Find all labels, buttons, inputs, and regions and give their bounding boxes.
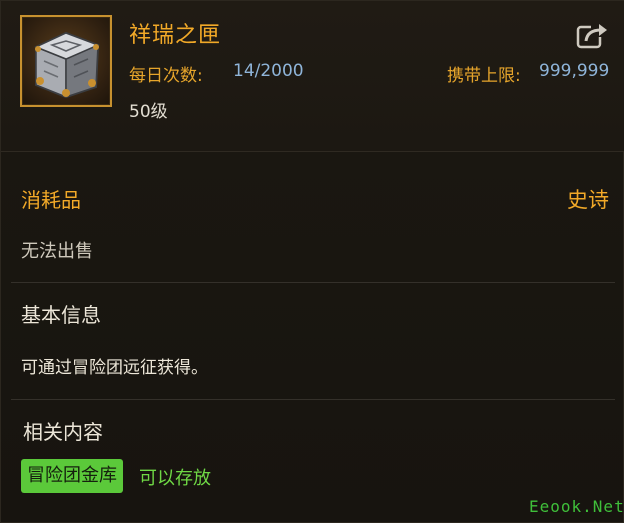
item-rarity: 史诗 <box>567 188 609 212</box>
header-divider <box>1 151 624 152</box>
silver-chest-icon <box>20 15 112 107</box>
item-header: 祥瑞之匣 每日次数: 14/2000 携带上限: 999,999 50级 <box>1 1 624 151</box>
item-tooltip-panel: 祥瑞之匣 每日次数: 14/2000 携带上限: 999,999 50级 消耗品… <box>0 0 624 523</box>
share-button[interactable] <box>575 21 609 51</box>
basic-info-title: 基本信息 <box>21 303 101 327</box>
item-category: 消耗品 <box>21 188 81 212</box>
carry-limit-value: 999,999 <box>539 61 610 81</box>
divider <box>11 399 615 400</box>
carry-limit-label: 携带上限: <box>447 66 521 86</box>
related-title: 相关内容 <box>23 420 103 444</box>
daily-count-label: 每日次数: <box>129 66 203 86</box>
sell-status: 无法出售 <box>21 241 93 262</box>
divider <box>11 282 615 283</box>
daily-count-value: 14/2000 <box>233 61 304 81</box>
item-name: 祥瑞之匣 <box>129 23 222 48</box>
storage-note: 可以存放 <box>139 468 211 489</box>
share-export-icon <box>576 23 607 49</box>
storage-tag[interactable]: 冒险团金库 <box>21 459 123 493</box>
basic-info-text: 可通过冒险团远征获得。 <box>21 358 208 378</box>
item-level: 50级 <box>129 102 168 122</box>
watermark: Eeook.Net <box>529 497 624 516</box>
